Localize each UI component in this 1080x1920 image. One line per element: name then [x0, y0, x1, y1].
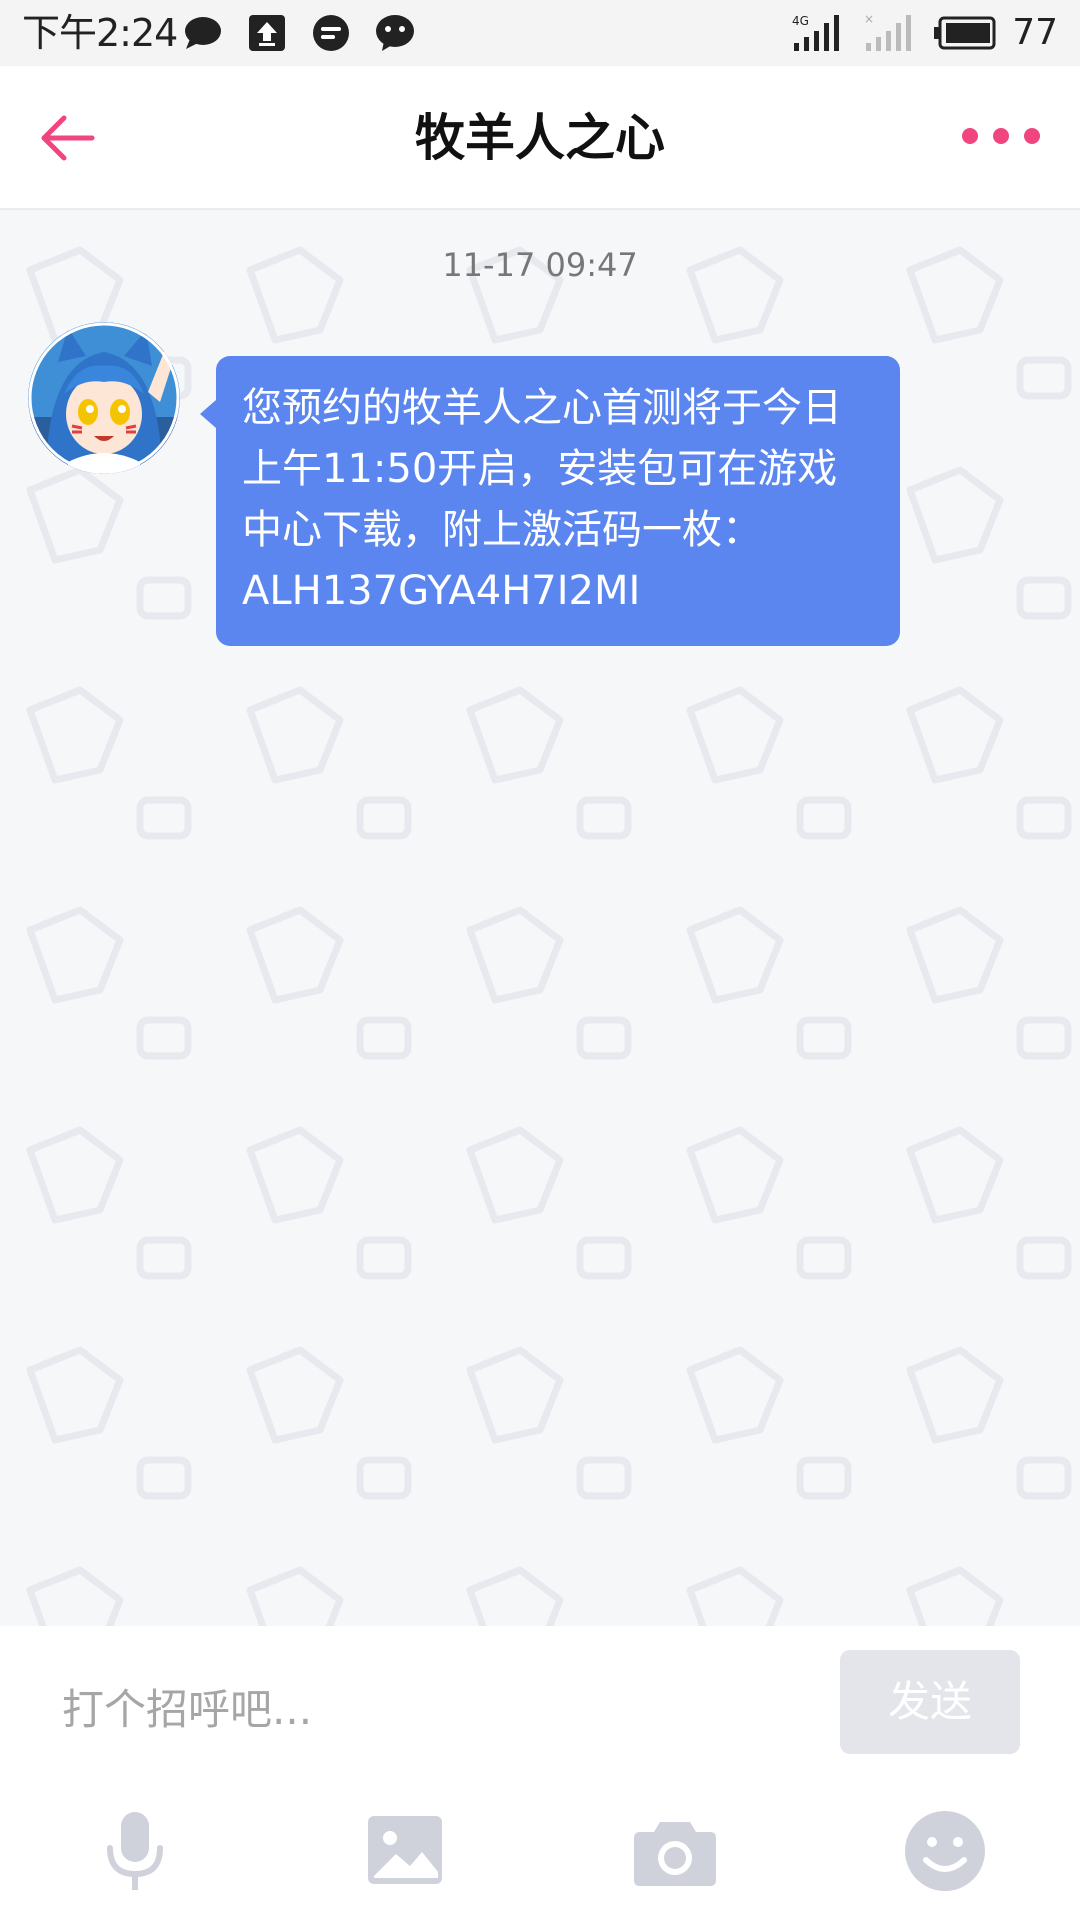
image-icon — [368, 1816, 442, 1884]
message-icon — [313, 15, 349, 51]
image-button[interactable] — [360, 1806, 450, 1896]
message-input[interactable] — [60, 1656, 784, 1762]
page-title: 牧羊人之心 — [415, 109, 665, 167]
status-time: 下午2:24 — [22, 11, 178, 55]
message-timestamp: 11-17 09:47 — [442, 246, 638, 284]
battery-icon — [934, 16, 996, 50]
signal-4g-icon: 4G — [792, 14, 840, 51]
svg-text:×: × — [864, 13, 874, 26]
status-bar: 下午2:24 4G × 77 — [0, 0, 1080, 66]
input-bar: 发送 — [0, 1626, 1080, 1920]
system-indicators: 4G × 77 — [790, 10, 1058, 56]
more-options-button[interactable] — [956, 116, 1046, 156]
chat-bubble-icon — [185, 17, 221, 49]
camera-icon — [634, 1822, 716, 1886]
more-dots-icon — [962, 128, 1040, 144]
emoji-button[interactable] — [900, 1806, 990, 1896]
battery-level: 77 — [1012, 12, 1058, 53]
smiley-icon — [905, 1811, 985, 1891]
voice-button[interactable] — [90, 1806, 180, 1896]
chat-header: 牧羊人之心 — [0, 66, 1080, 210]
chat-area[interactable]: 11-17 09:47 您预约的牧羊人之心首测将于今日上午11:50开启，安装包… — [0, 210, 1080, 1626]
camera-button[interactable] — [630, 1806, 720, 1896]
microphone-icon — [107, 1812, 163, 1890]
send-button[interactable]: 发送 — [840, 1650, 1020, 1754]
emoji-chat-icon — [376, 15, 414, 51]
notification-icons — [182, 13, 416, 53]
signal-no-service-icon: × — [864, 13, 912, 51]
message-bubble[interactable]: 您预约的牧羊人之心首测将于今日上午11:50开启，安装包可在游戏中心下载，附上激… — [200, 356, 900, 646]
upload-icon — [249, 15, 285, 51]
message-text: 您预约的牧羊人之心首测将于今日上午11:50开启，安装包可在游戏中心下载，附上激… — [242, 385, 842, 614]
network-type: 4G — [792, 14, 809, 28]
anime-character-avatar — [28, 322, 180, 474]
sender-avatar[interactable] — [28, 322, 180, 474]
